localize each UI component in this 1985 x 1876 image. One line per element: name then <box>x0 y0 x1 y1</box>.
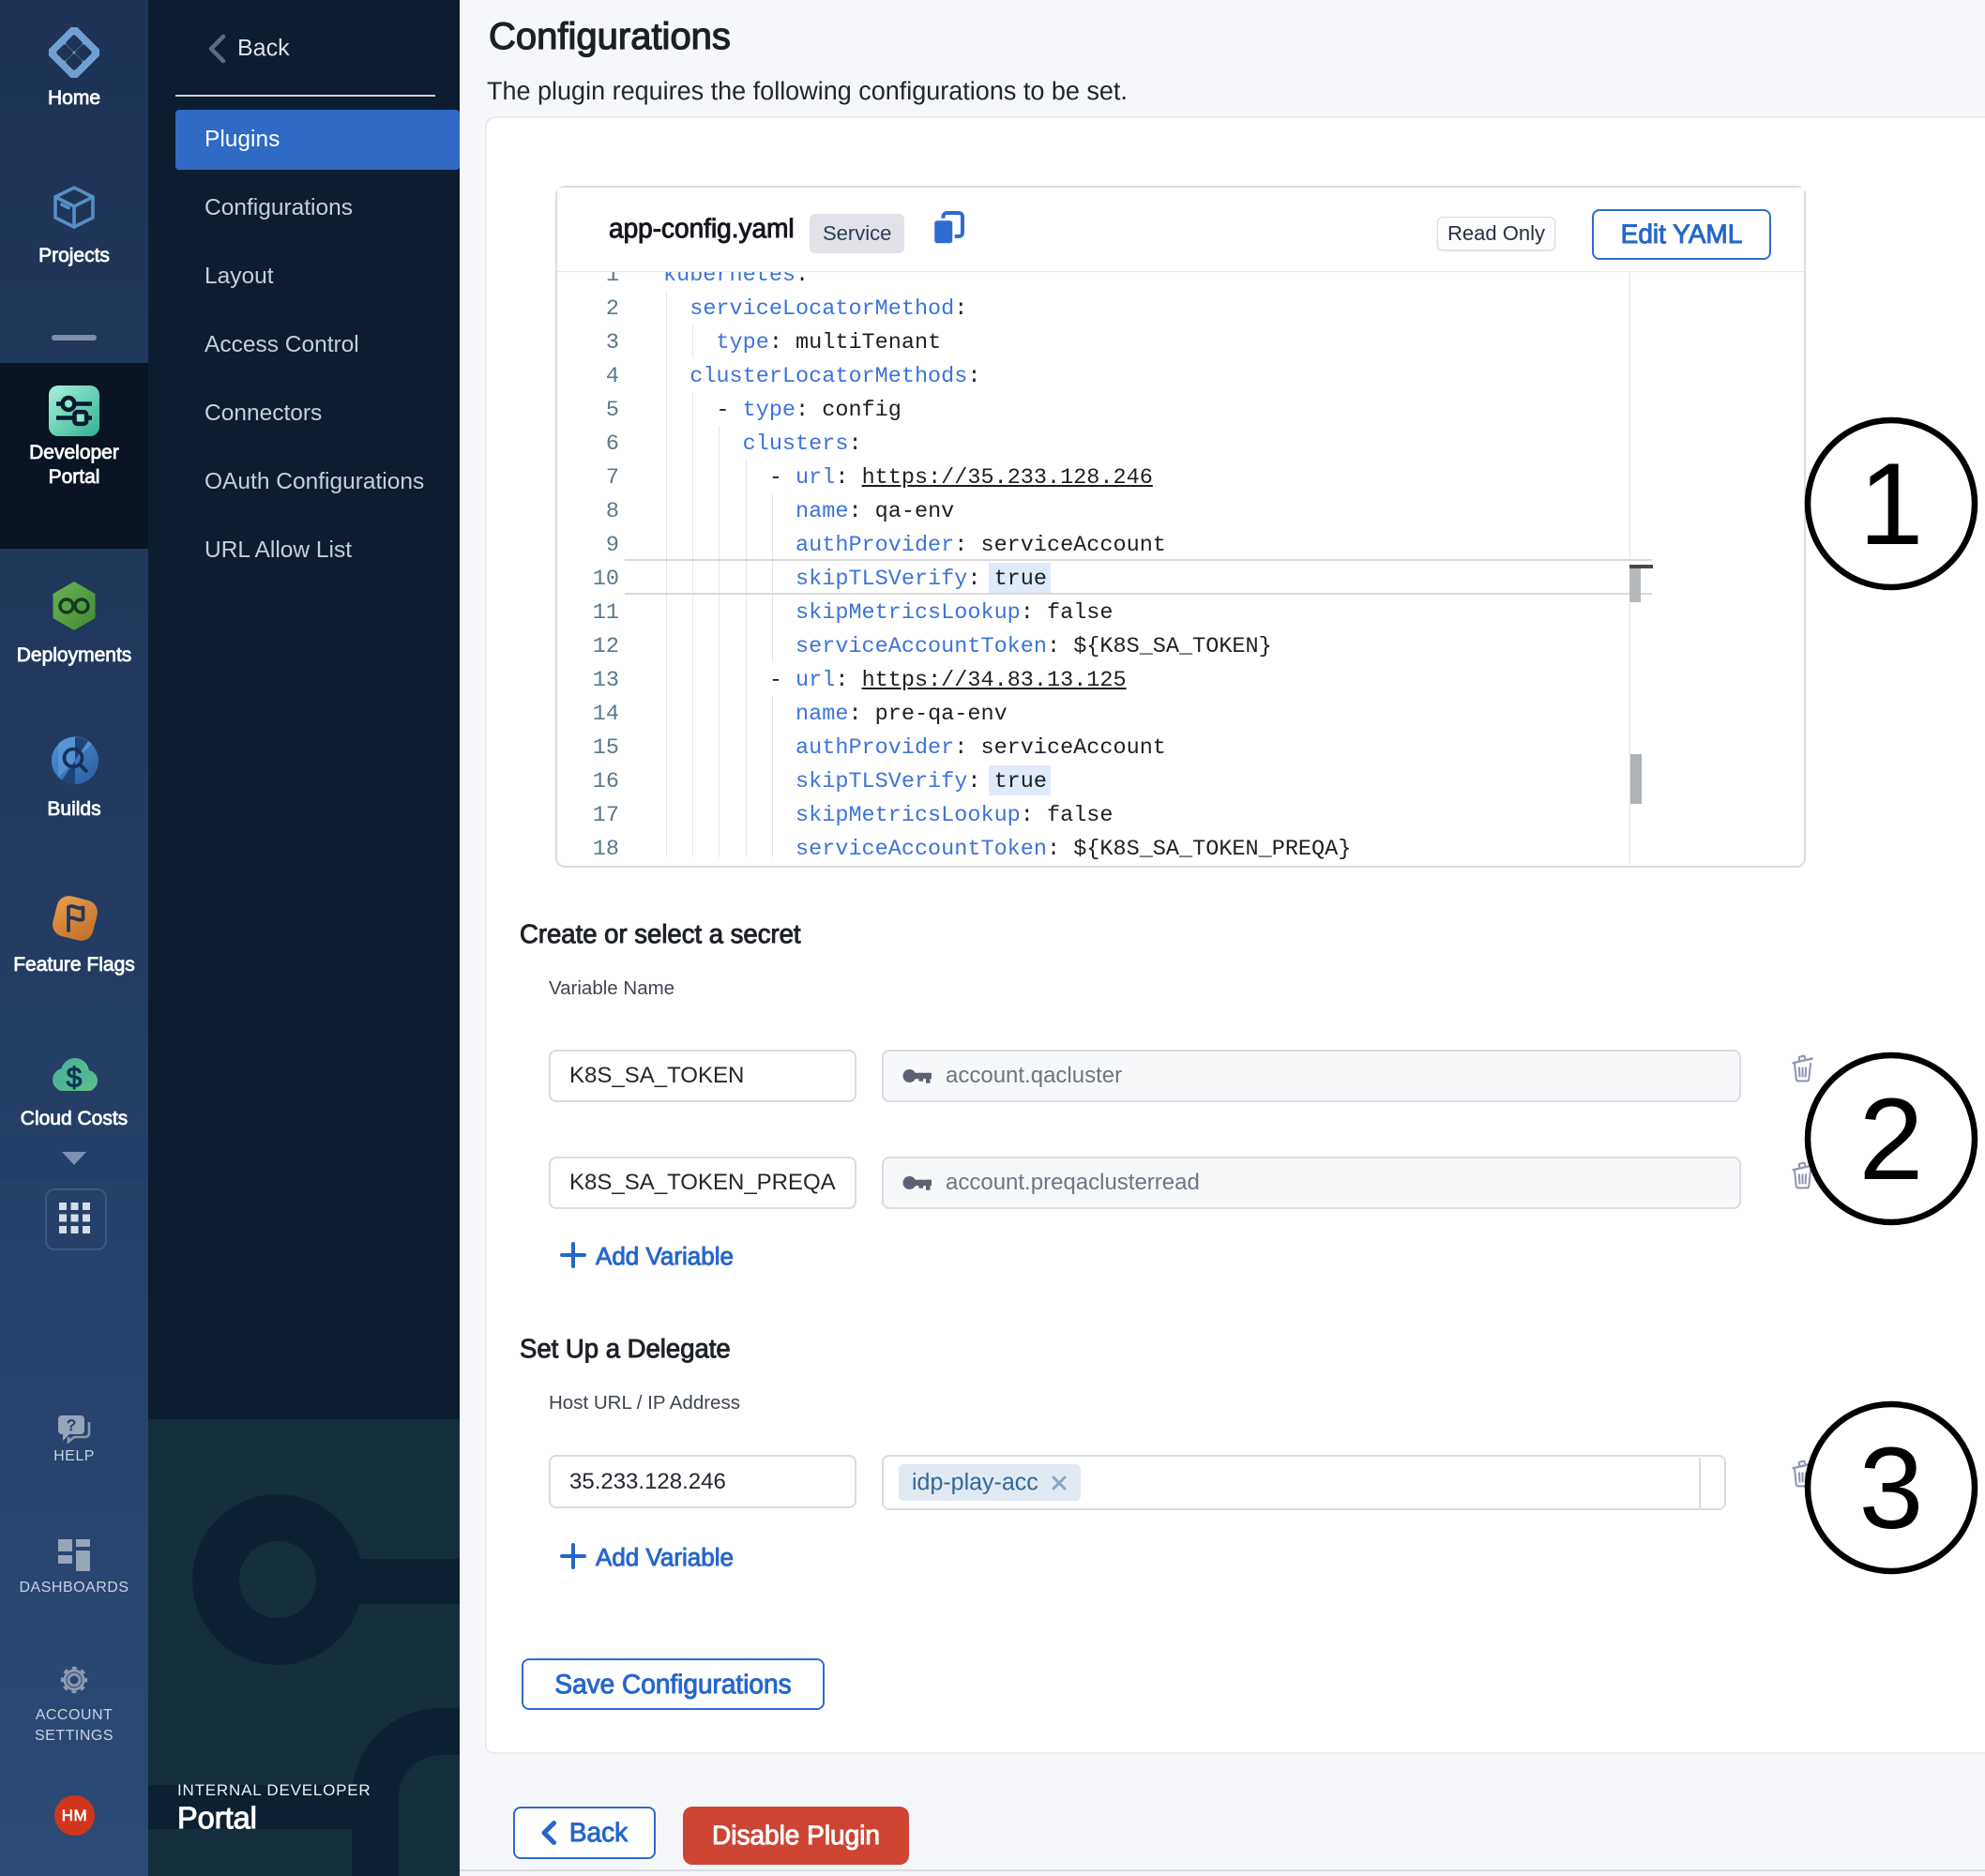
svg-text:?: ? <box>67 1416 76 1434</box>
svg-text:$: $ <box>66 1063 83 1094</box>
